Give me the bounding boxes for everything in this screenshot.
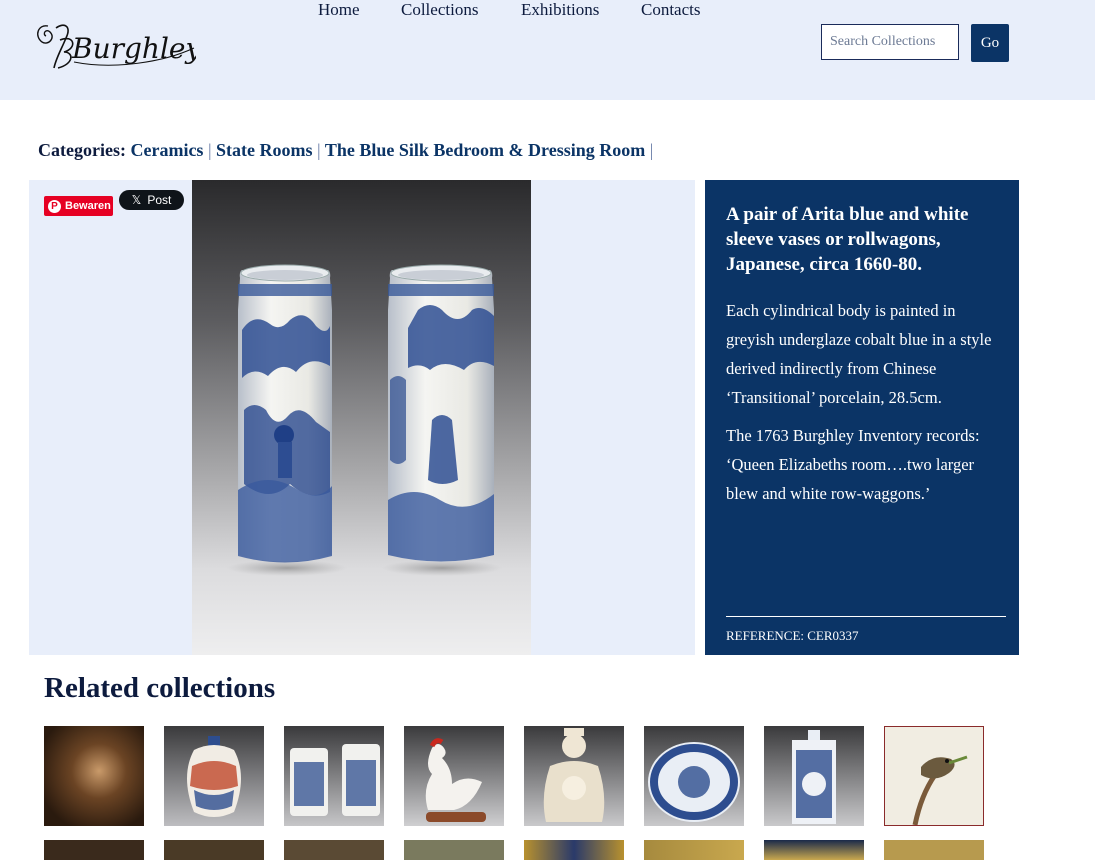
tea-caddy-image	[792, 730, 836, 824]
cockerel-image	[425, 738, 486, 822]
item-reference: REFERENCE: CER0337	[726, 628, 859, 643]
item-photo[interactable]	[192, 180, 531, 655]
category-separator: |	[207, 140, 212, 160]
info-divider	[726, 616, 1006, 617]
vases-image	[227, 264, 502, 576]
x-post-button[interactable]: 𝕏 Post	[119, 190, 184, 210]
related-item-row2-7[interactable]	[764, 840, 864, 860]
blanc-de-chine-figure-image	[543, 728, 605, 822]
nav-contacts[interactable]: Contacts	[641, 0, 701, 20]
item-title: A pair of Arita blue and white sleeve va…	[726, 204, 969, 275]
blue-white-vases-image	[290, 744, 380, 816]
site-header: Burghley Home Collections Exhibitions Co…	[0, 0, 1095, 100]
categories-breadcrumb: Categories: Ceramics | State Rooms | The…	[38, 140, 653, 161]
related-item-dish[interactable]	[644, 726, 744, 826]
nav-home[interactable]: Home	[318, 0, 360, 20]
related-item-blue-white-vases[interactable]	[284, 726, 384, 826]
related-item-tea-caddy[interactable]	[764, 726, 864, 826]
category-link-blue-silk-bedroom[interactable]: The Blue Silk Bedroom & Dressing Room	[325, 140, 645, 160]
pinterest-save-button[interactable]: P Bewaren	[44, 196, 113, 216]
related-item-row2-6[interactable]	[644, 840, 744, 860]
related-item-figure[interactable]	[524, 726, 624, 826]
imari-jar-image	[187, 736, 241, 817]
burghley-logo[interactable]: Burghley	[34, 18, 196, 76]
item-info-panel: A pair of Arita blue and white sleeve va…	[705, 180, 1019, 655]
search-input[interactable]	[821, 24, 959, 60]
related-item-imari-jar[interactable]	[164, 726, 264, 826]
related-item-row2-2[interactable]	[164, 840, 264, 860]
item-description-paragraph-1: Each cylindrical body is painted in grey…	[726, 301, 992, 407]
related-item-row2-3[interactable]	[284, 840, 384, 860]
related-item-row2-4[interactable]	[404, 840, 504, 860]
pinterest-label: Bewaren	[65, 200, 111, 212]
category-separator: |	[317, 140, 321, 160]
bird-painting-image	[912, 755, 968, 825]
category-link-state-rooms[interactable]: State Rooms	[216, 140, 313, 160]
category-separator: |	[649, 140, 654, 160]
search-go-button[interactable]: Go	[971, 24, 1009, 62]
related-item-row2-8[interactable]	[884, 840, 984, 860]
item-image-panel: P Bewaren 𝕏 Post	[29, 180, 695, 655]
nav-collections[interactable]: Collections	[401, 0, 478, 20]
related-item-row2-1[interactable]	[44, 840, 144, 860]
svg-text:Burghley: Burghley	[71, 32, 196, 65]
pinterest-icon: P	[48, 199, 61, 213]
categories-label: Categories:	[38, 140, 126, 160]
related-item-painting[interactable]	[44, 726, 144, 826]
related-item-row2-5[interactable]	[524, 840, 624, 860]
related-item-bird-painting[interactable]	[884, 726, 984, 826]
x-icon: 𝕏	[131, 193, 142, 207]
item-description: Each cylindrical body is painted in grey…	[726, 296, 996, 517]
blue-white-dish-image	[648, 742, 740, 822]
related-item-cockerel[interactable]	[404, 726, 504, 826]
x-post-label: Post	[147, 193, 172, 207]
nav-exhibitions[interactable]: Exhibitions	[521, 0, 599, 20]
item-description-paragraph-2: The 1763 Burghley Inventory records: ‘Qu…	[726, 426, 980, 503]
related-collections-heading: Related collections	[44, 672, 276, 704]
category-link-ceramics[interactable]: Ceramics	[130, 140, 203, 160]
